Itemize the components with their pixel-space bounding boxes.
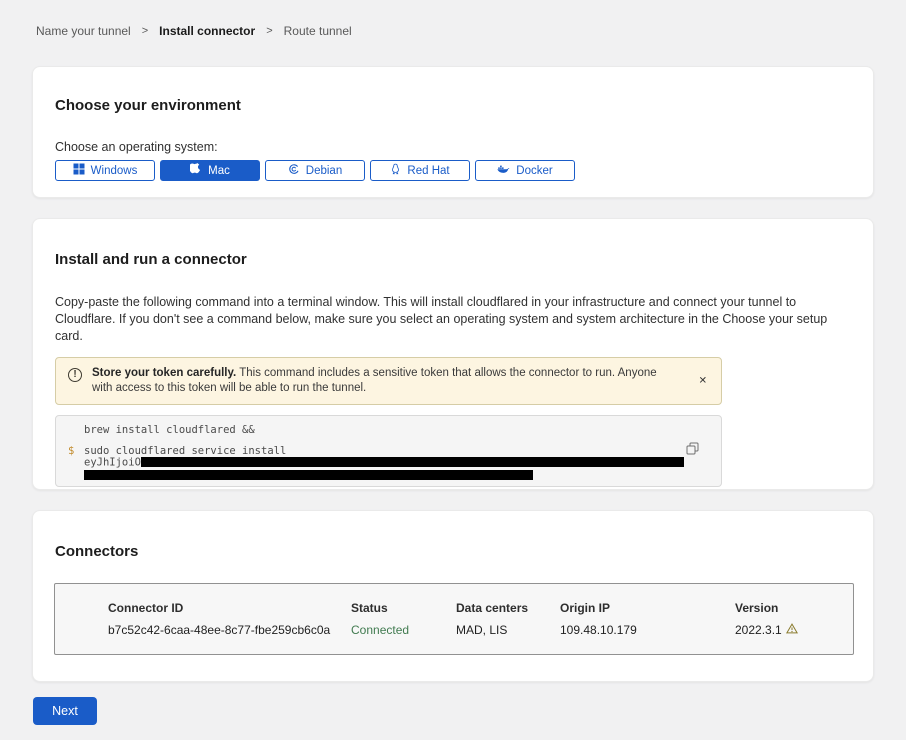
breadcrumb-separator: >	[266, 25, 272, 37]
windows-icon	[73, 163, 85, 178]
cell-data-centers: MAD, LIS	[456, 623, 560, 637]
cell-origin-ip: 109.48.10.179	[560, 623, 735, 637]
code-block: brew install cloudflared && $ sudo cloud…	[55, 415, 722, 487]
cell-status: Connected	[351, 623, 456, 637]
breadcrumb-step-install-connector[interactable]: Install connector	[159, 24, 255, 38]
warning-text: Store your token carefully. This command…	[92, 366, 679, 396]
connectors-card: Connectors Connector ID b7c52c42-6caa-48…	[32, 510, 874, 682]
os-button-label: Docker	[516, 165, 552, 177]
redacted-token-bar	[84, 470, 533, 480]
next-button[interactable]: Next	[33, 697, 97, 725]
token-prefix: eyJhIjoiO	[84, 457, 141, 469]
apple-icon	[190, 163, 202, 179]
os-button-label: Red Hat	[407, 165, 449, 177]
install-card-title: Install and run a connector	[55, 251, 851, 268]
token-warning-banner: ! Store your token carefully. This comma…	[55, 357, 722, 405]
breadcrumb-step-name-your-tunnel[interactable]: Name your tunnel	[36, 24, 131, 38]
os-button-docker[interactable]: Docker	[475, 160, 575, 181]
warning-title: Store your token carefully.	[92, 367, 236, 379]
cell-version: 2022.3.1	[735, 623, 853, 637]
os-button-label: Mac	[208, 165, 230, 177]
os-button-group: Windows Mac Debian Red Hat Docker	[55, 160, 851, 181]
alert-circle-icon: !	[68, 368, 82, 382]
code-line-1: brew install cloudflared &&	[84, 425, 721, 436]
os-button-label: Debian	[306, 165, 342, 177]
debian-icon	[288, 163, 300, 178]
shell-prompt: $	[68, 446, 74, 457]
col-header-connector-id: Connector ID	[108, 601, 351, 615]
os-button-debian[interactable]: Debian	[265, 160, 365, 181]
redhat-icon	[390, 163, 401, 178]
redacted-token-bar	[141, 457, 684, 467]
os-button-mac[interactable]: Mac	[160, 160, 260, 181]
breadcrumb-separator: >	[142, 25, 148, 37]
col-header-data-centers: Data centers	[456, 601, 560, 615]
os-select-label: Choose an operating system:	[55, 140, 851, 154]
breadcrumb-step-route-tunnel[interactable]: Route tunnel	[284, 24, 352, 38]
close-icon[interactable]: ✕	[699, 376, 707, 387]
os-button-windows[interactable]: Windows	[55, 160, 155, 181]
version-value: 2022.3.1	[735, 623, 782, 637]
os-button-redhat[interactable]: Red Hat	[370, 160, 470, 181]
connectors-card-title: Connectors	[55, 543, 851, 560]
code-line-2: sudo cloudflared service install	[84, 446, 721, 457]
connectors-table: Connector ID b7c52c42-6caa-48ee-8c77-fbe…	[54, 583, 854, 655]
col-header-origin-ip: Origin IP	[560, 601, 735, 615]
col-header-status: Status	[351, 601, 456, 615]
warning-triangle-icon	[786, 623, 798, 637]
os-button-label: Windows	[91, 165, 138, 177]
copy-icon[interactable]	[684, 440, 701, 460]
docker-icon	[497, 164, 510, 178]
environment-card: Choose your environment Choose an operat…	[32, 66, 874, 198]
install-card: Install and run a connector Copy-paste t…	[32, 218, 874, 490]
environment-card-title: Choose your environment	[55, 97, 851, 114]
install-description: Copy-paste the following command into a …	[55, 294, 850, 345]
token-line: eyJhIjoiO	[84, 457, 721, 469]
cell-connector-id: b7c52c42-6caa-48ee-8c77-fbe259cb6c0a	[108, 623, 351, 637]
breadcrumb: Name your tunnel > Install connector > R…	[0, 0, 906, 38]
col-header-version: Version	[735, 601, 853, 615]
